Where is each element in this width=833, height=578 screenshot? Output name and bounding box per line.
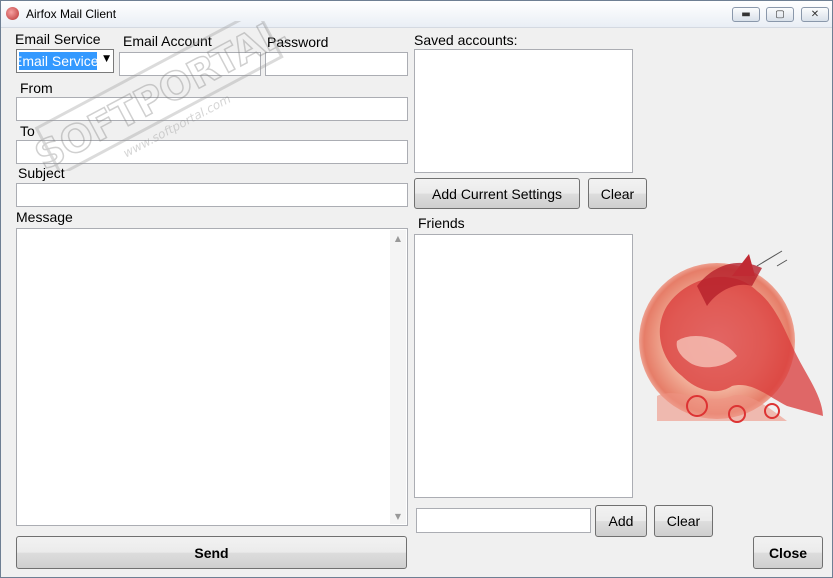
saved-accounts-label: Saved accounts: <box>414 32 518 48</box>
minimize-icon: ▬ <box>741 9 751 20</box>
window-title: Airfox Mail Client <box>26 7 117 21</box>
message-textarea[interactable]: ▲ ▼ <box>16 228 408 526</box>
email-account-label: Email Account <box>123 33 212 49</box>
scroll-up-icon[interactable]: ▲ <box>390 230 406 246</box>
friends-label: Friends <box>418 215 465 231</box>
minimize-button[interactable]: ▬ <box>732 7 760 22</box>
send-button[interactable]: Send <box>16 536 407 569</box>
clear-friends-button[interactable]: Clear <box>654 505 713 537</box>
message-scrollbar[interactable]: ▲ ▼ <box>390 230 406 524</box>
saved-accounts-list[interactable] <box>414 49 633 173</box>
from-input[interactable] <box>16 97 408 121</box>
email-account-input[interactable] <box>119 52 261 76</box>
clear-saved-accounts-button[interactable]: Clear <box>588 178 647 209</box>
from-label: From <box>20 80 53 96</box>
app-icon <box>6 7 19 20</box>
email-service-dropdown[interactable]: Email Service ▼ <box>16 49 114 73</box>
close-icon: ✕ <box>810 9 820 20</box>
friend-input[interactable] <box>416 508 591 533</box>
subject-input[interactable] <box>16 183 408 207</box>
maximize-icon: ▢ <box>775 9 785 20</box>
subject-label: Subject <box>18 165 65 181</box>
title-bar[interactable]: Airfox Mail Client ▬ ▢ ✕ <box>1 1 832 28</box>
fox-artwork-image <box>639 250 823 423</box>
add-friend-button[interactable]: Add <box>595 505 647 537</box>
email-service-label: Email Service <box>15 31 101 47</box>
app-window: Airfox Mail Client ▬ ▢ ✕ Email Service E… <box>0 0 833 578</box>
close-button[interactable]: Close <box>753 536 823 569</box>
close-window-button[interactable]: ✕ <box>801 7 829 22</box>
add-current-settings-button[interactable]: Add Current Settings <box>414 178 580 209</box>
password-label: Password <box>267 34 329 50</box>
email-service-selected: Email Service <box>19 52 97 70</box>
to-input[interactable] <box>16 140 408 164</box>
message-label: Message <box>16 209 73 225</box>
friends-list[interactable] <box>414 234 633 498</box>
dropdown-arrow-icon[interactable]: ▼ <box>103 54 110 64</box>
scroll-down-icon[interactable]: ▼ <box>390 508 406 524</box>
to-label: To <box>20 123 35 139</box>
password-input[interactable] <box>265 52 408 76</box>
maximize-button[interactable]: ▢ <box>766 7 794 22</box>
